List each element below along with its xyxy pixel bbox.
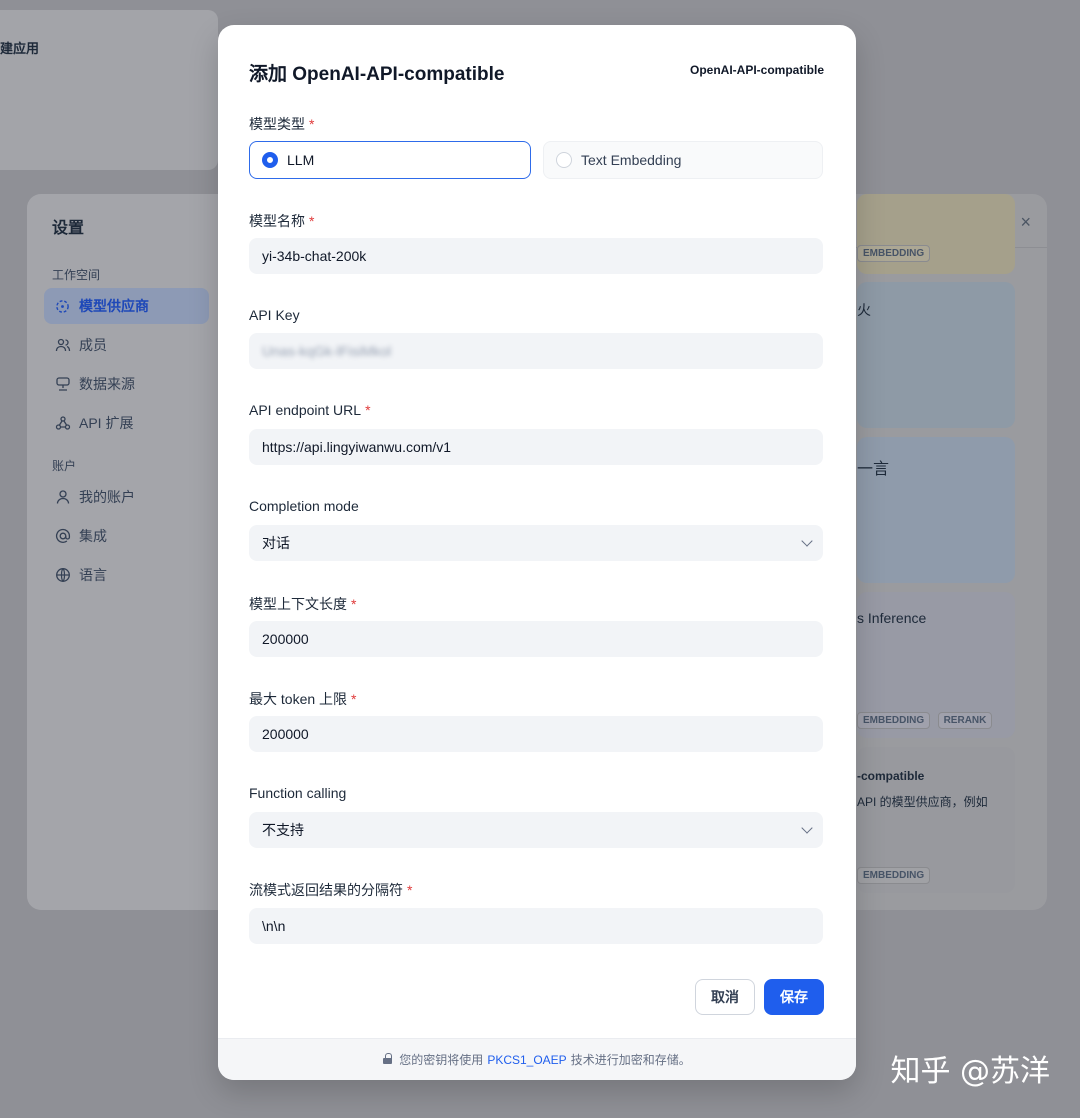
cancel-button[interactable]: 取消 xyxy=(695,979,755,1015)
provider-tag: EMBEDDING xyxy=(857,245,931,262)
model-name-label: 模型名称 * xyxy=(249,213,315,229)
sidebar-item-language[interactable]: 语言 xyxy=(44,557,209,593)
completion-mode-select[interactable]: 对话 xyxy=(249,525,823,561)
zhihu-watermark: 知乎 @苏洋 xyxy=(890,1054,1050,1089)
notice-prefix: 您的密钥将使用 xyxy=(399,1053,484,1067)
sidebar-item-label: 成员 xyxy=(79,337,107,353)
sidebar-item-members[interactable]: 成员 xyxy=(44,327,209,363)
api-key-value: Unas-kqGk-lFisiMkol xyxy=(262,343,392,359)
stream-delimiter-label: 流模式返回结果的分隔符 * xyxy=(249,882,413,898)
provider-card[interactable]: 一言 xyxy=(857,437,1015,583)
provider-card[interactable]: 火 xyxy=(857,282,1015,428)
data-source-icon xyxy=(54,376,71,393)
function-calling-select[interactable]: 不支持 xyxy=(249,812,823,848)
lock-icon xyxy=(383,1053,393,1064)
pkcs1-oaep-link[interactable]: PKCS1_OAEP xyxy=(487,1053,566,1067)
sidebar-item-my-account[interactable]: 我的账户 xyxy=(44,479,209,515)
at-icon xyxy=(54,528,71,545)
max-tokens-label: 最大 token 上限 * xyxy=(249,691,357,707)
max-tokens-input[interactable]: 200000 xyxy=(249,716,823,752)
option-label: LLM xyxy=(287,152,315,168)
sidebar-item-data-source[interactable]: 数据来源 xyxy=(44,366,209,402)
provider-card[interactable]: -compatible API 的模型供应商，例如 EMBEDDING xyxy=(857,747,1015,893)
stream-delimiter-input[interactable]: \n\n xyxy=(249,908,823,944)
model-type-text-embedding-option[interactable]: Text Embedding xyxy=(543,141,823,179)
background-app-card: 建应用 xyxy=(0,10,218,170)
save-button[interactable]: 保存 xyxy=(764,979,824,1015)
radio-selected-icon xyxy=(262,152,278,168)
sidebar-item-api-extension[interactable]: API 扩展 xyxy=(44,405,209,441)
provider-name: s Inference xyxy=(857,610,927,626)
context-length-label: 模型上下文长度 * xyxy=(249,596,357,612)
model-type-label: 模型类型 * xyxy=(249,116,315,132)
globe-icon xyxy=(54,567,71,584)
sidebar-group-workspace: 工作空间 xyxy=(52,268,101,282)
settings-title: 设置 xyxy=(52,220,85,237)
sidebar-item-model-provider[interactable]: 模型供应商 xyxy=(44,288,209,324)
provider-card[interactable]: EMBEDDING xyxy=(857,194,1015,274)
chevron-down-icon xyxy=(801,822,813,834)
api-key-input[interactable]: Unas-kqGk-lFisiMkol xyxy=(249,333,823,369)
members-icon xyxy=(54,337,71,354)
notice-suffix: 技术进行加密和存储。 xyxy=(570,1053,691,1067)
model-type-llm-option[interactable]: LLM xyxy=(249,141,531,179)
sidebar-group-account: 账户 xyxy=(52,459,77,473)
close-icon[interactable]: × xyxy=(1020,212,1031,233)
api-key-label: API Key xyxy=(249,307,300,323)
api-extension-icon xyxy=(54,415,71,432)
endpoint-label: API endpoint URL * xyxy=(249,402,371,418)
sidebar-item-label: 集成 xyxy=(79,528,107,544)
provider-name: 一言 xyxy=(857,461,890,478)
create-app-label: 建应用 xyxy=(0,41,40,56)
chevron-down-icon xyxy=(801,535,813,547)
sidebar-item-label: 我的账户 xyxy=(79,489,135,505)
sidebar-item-label: 语言 xyxy=(79,567,107,583)
sidebar-item-label: 模型供应商 xyxy=(79,298,149,314)
provider-tag: EMBEDDING xyxy=(857,867,931,884)
settings-sidebar: 设置 工作空间 模型供应商 成员 数据来源 API 扩展 账户 我的账户 集成 … xyxy=(27,194,218,910)
endpoint-url-input[interactable]: https://api.lingyiwanwu.com/v1 xyxy=(249,429,823,465)
model-name-input[interactable]: yi-34b-chat-200k xyxy=(249,238,823,274)
radio-unselected-icon xyxy=(556,152,572,168)
dialog-title: 添加 OpenAI-API-compatible xyxy=(249,64,505,85)
sidebar-item-label: API 扩展 xyxy=(79,415,134,431)
context-length-input[interactable]: 200000 xyxy=(249,621,823,657)
provider-tag: RERANK xyxy=(937,712,993,729)
provider-badge: OpenAI-API-compatible xyxy=(689,63,824,77)
sidebar-item-label: 数据来源 xyxy=(79,376,135,392)
provider-name: -compatible xyxy=(857,769,925,783)
encryption-notice: 您的密钥将使用 PKCS1_OAEP 技术进行加密和存储。 xyxy=(218,1038,856,1080)
provider-tag: EMBEDDING xyxy=(857,712,931,729)
user-icon xyxy=(54,489,71,506)
add-model-dialog: 添加 OpenAI-API-compatible OpenAI-API-comp… xyxy=(218,25,856,1080)
sidebar-item-integrations[interactable]: 集成 xyxy=(44,518,209,554)
provider-card[interactable]: s Inference EMBEDDING RERANK xyxy=(857,592,1015,738)
provider-icon xyxy=(54,298,71,315)
provider-name: 火 xyxy=(857,302,871,318)
function-calling-label: Function calling xyxy=(249,785,347,801)
provider-description: API 的模型供应商，例如 xyxy=(857,795,988,809)
completion-mode-label: Completion mode xyxy=(249,498,359,514)
option-label: Text Embedding xyxy=(581,152,682,168)
